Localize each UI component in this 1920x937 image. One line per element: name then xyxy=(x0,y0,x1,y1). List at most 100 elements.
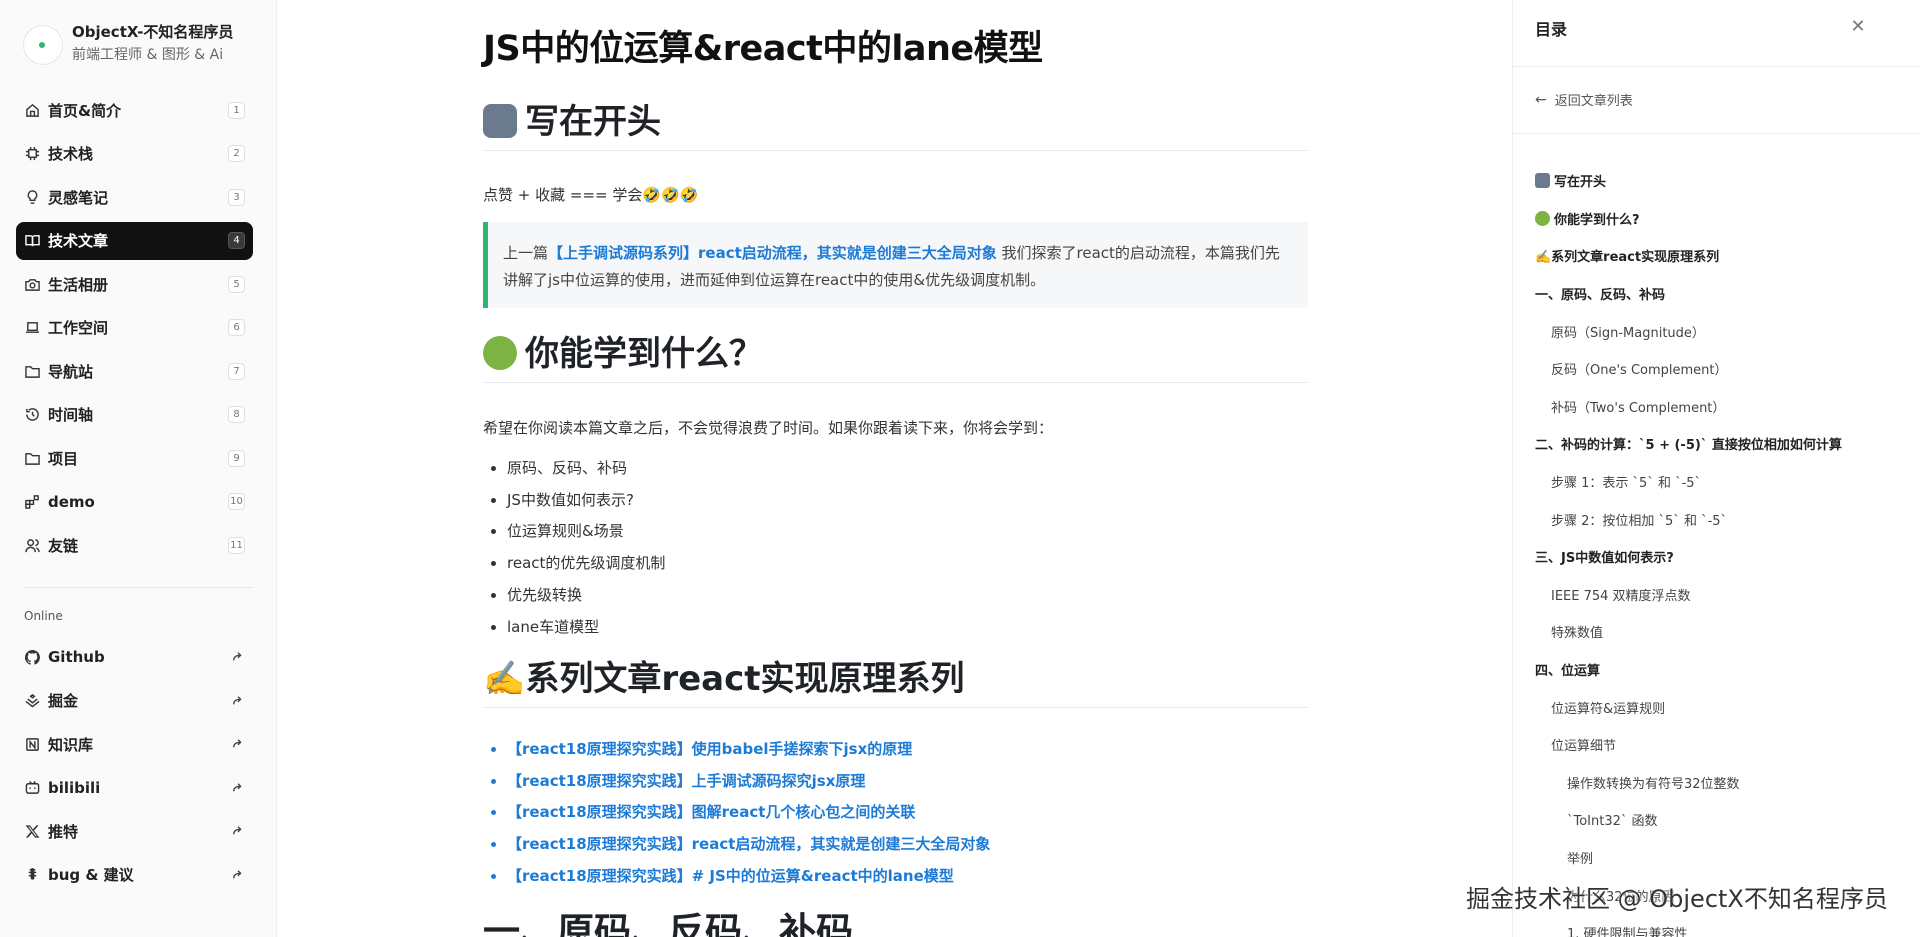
toc-item-label: 三、JS中数值如何表示? xyxy=(1535,551,1674,567)
toc-item[interactable]: 一、原码、反码、补码 xyxy=(1535,275,1910,313)
external-arrow-icon xyxy=(231,650,245,664)
online-link-label: bug & 建议 xyxy=(48,866,134,884)
sidebar-item-3[interactable]: 灵感笔记 3 xyxy=(16,178,253,216)
list-item: 原码、反码、补码 xyxy=(507,453,665,485)
toc-item[interactable]: 原码（Sign-Magnitude） xyxy=(1535,312,1910,350)
toc-item[interactable]: 反码（One's Complement） xyxy=(1535,350,1910,388)
online-link-label: 知识库 xyxy=(48,735,94,754)
sidebar-item-label: 导航站 xyxy=(48,362,94,381)
bug-icon xyxy=(24,867,40,883)
chip-icon xyxy=(24,146,40,162)
online-link-6[interactable]: bug & 建议 xyxy=(16,856,253,894)
online-section-title: Online xyxy=(24,609,63,623)
heading-start: 写在开头 xyxy=(483,94,1308,151)
toc-item[interactable]: ✍️系列文章react实现原理系列 xyxy=(1535,237,1910,275)
close-icon[interactable]: ✕ xyxy=(1848,16,1868,37)
online-link-2[interactable]: 掘金 xyxy=(16,682,253,720)
sidebar-item-2[interactable]: 技术栈 2 xyxy=(16,135,253,173)
toc-item[interactable]: 1. 硬件限制与兼容性 xyxy=(1535,914,1910,937)
toc-item[interactable]: 二、补码的计算：`5 + (-5)` 直接按位相加如何计算 xyxy=(1535,425,1910,463)
sidebar-item-10[interactable]: demo 10 xyxy=(16,483,253,521)
history-icon xyxy=(24,407,40,423)
shortcut-badge: 7 xyxy=(228,362,245,380)
sidebar-item-label: 灵感笔记 xyxy=(48,188,109,207)
series-link[interactable]: 【react18原理探究实践】# JS中的位运算&react中的lane模型 xyxy=(507,867,954,885)
list-item: lane车道模型 xyxy=(507,612,665,644)
folder-icon xyxy=(24,363,40,379)
back-to-list-link[interactable]: ← 返回文章列表 xyxy=(1535,90,1633,110)
toc-item-label: 步骤 1：表示 `5` 和 `-5` xyxy=(1551,476,1702,492)
online-link-label: bilibili xyxy=(48,778,101,797)
shortcut-badge: 2 xyxy=(228,145,245,162)
toc-item[interactable]: 位运算细节 xyxy=(1535,726,1910,764)
toc-item[interactable]: 你能学到什么? xyxy=(1535,200,1910,238)
toc-panel: 目录 ✕ ← 返回文章列表 写在开头 你能学到什么? ✍️系列文章react实现原理… xyxy=(1512,0,1920,937)
series-item: 【react18原理探究实践】react启动流程，其实就是创建三大全局对象 xyxy=(507,829,990,861)
toc-item[interactable]: 三、JS中数值如何表示? xyxy=(1535,538,1910,576)
article-title: JS中的位运算&react中的lane模型 xyxy=(483,29,1043,69)
sidebar-item-5[interactable]: 生活相册 5 xyxy=(16,265,253,303)
online-link-label: Github xyxy=(48,648,105,666)
series-link[interactable]: 【react18原理探究实践】使用babel手搓探索下jsx的原理 xyxy=(507,740,912,758)
heading-series: ✍️系列文章react实现原理系列 xyxy=(483,651,1308,708)
camera-icon xyxy=(24,276,40,292)
list-item: 优先级转换 xyxy=(507,580,665,612)
toc-item[interactable]: 特殊数值 xyxy=(1535,613,1910,651)
sidebar-item-8[interactable]: 时间轴 8 xyxy=(16,396,253,434)
list-item: react的优先级调度机制 xyxy=(507,548,665,580)
shortcut-badge: 8 xyxy=(228,406,245,423)
sidebar-item-6[interactable]: 工作空间 6 xyxy=(16,309,253,347)
list-item: 位运算规则&场景 xyxy=(507,516,665,548)
blockquote: 上一篇【上手调试源码系列】react启动流程，其实就是创建三大全局对象 我们探索… xyxy=(483,222,1308,308)
laptop-icon xyxy=(24,320,40,336)
toc-item[interactable]: 操作数转换为有符号32位整数 xyxy=(1535,764,1910,802)
toc-item[interactable]: 举例 xyxy=(1535,839,1910,877)
sidebar-item-label: 项目 xyxy=(48,449,79,468)
sidebar-item-7[interactable]: 导航站 7 xyxy=(16,352,253,390)
toc-item-label: 位运算符&运算规则 xyxy=(1551,701,1666,717)
sidebar: ObjectX-不知名程序员 前端工程师 & 图形 & Ai 首页&简介 1 技术栈… xyxy=(0,0,277,937)
online-link-4[interactable]: bilibili xyxy=(16,769,253,807)
toc-item[interactable]: 步骤 1：表示 `5` 和 `-5` xyxy=(1535,463,1910,501)
online-link-3[interactable]: 知识库 xyxy=(16,725,253,763)
toc-item[interactable]: 步骤 2：按位相加 `5` 和 `-5` xyxy=(1535,500,1910,538)
emoji-icon xyxy=(1535,210,1550,226)
toc-item[interactable]: 四、位运算 xyxy=(1535,651,1910,689)
toc-item[interactable]: `ToInt32` 函数 xyxy=(1535,801,1910,839)
toc-item[interactable]: 位运算符&运算规则 xyxy=(1535,688,1910,726)
toc-item[interactable]: 写在开头 xyxy=(1535,162,1910,200)
toc-divider xyxy=(1513,66,1920,67)
toc-item[interactable]: 补码（Two's Complement） xyxy=(1535,388,1910,426)
avatar xyxy=(23,25,63,65)
toc-item[interactable]: IEEE 754 双精度浮点数 xyxy=(1535,576,1910,614)
series-link[interactable]: 【react18原理探究实践】react启动流程，其实就是创建三大全局对象 xyxy=(507,835,990,853)
sidebar-item-label: 首页&简介 xyxy=(48,101,122,120)
online-link-1[interactable]: Github xyxy=(16,638,253,676)
arrow-left-icon: ← xyxy=(1535,91,1547,108)
sidebar-item-label: 生活相册 xyxy=(48,275,109,294)
sidebar-item-11[interactable]: 友链 11 xyxy=(16,526,253,564)
quote-link[interactable]: 【上手调试源码系列】react启动流程，其实就是创建三大全局对象 xyxy=(548,244,997,262)
lightbulb-icon xyxy=(24,189,40,205)
toc-item-label: ✍️系列文章react实现原理系列 xyxy=(1535,250,1720,266)
sidebar-item-label: 友链 xyxy=(48,536,79,555)
sidebar-item-4[interactable]: 技术文章 4 xyxy=(16,221,253,260)
external-arrow-icon xyxy=(231,694,245,708)
online-link-5[interactable]: 推特 xyxy=(16,812,253,850)
series-item: 【react18原理探究实践】上手调试源码探究jsx原理 xyxy=(507,766,990,798)
series-list: 【react18原理探究实践】使用babel手搓探索下jsx的原理【react1… xyxy=(507,734,990,893)
learn-list: 原码、反码、补码JS中数值如何表示?位运算规则&场景react的优先级调度机制优… xyxy=(507,453,665,643)
technologist-emoji-icon xyxy=(483,103,517,138)
sidebar-item-9[interactable]: 项目 9 xyxy=(16,439,253,477)
x-icon xyxy=(24,823,40,839)
series-link[interactable]: 【react18原理探究实践】上手调试源码探究jsx原理 xyxy=(507,772,865,790)
toc-title: 目录 xyxy=(1535,20,1568,39)
sidebar-item-1[interactable]: 首页&简介 1 xyxy=(16,91,253,129)
toc-item-label: IEEE 754 双精度浮点数 xyxy=(1551,588,1691,604)
toc-item-label: 特殊数值 xyxy=(1551,626,1604,642)
heading-code: 一、原码、反码、补码 xyxy=(483,910,853,937)
profile[interactable]: ObjectX-不知名程序员 前端工程师 & 图形 & Ai xyxy=(23,22,263,72)
series-link[interactable]: 【react18原理探究实践】图解react几个核心包之间的关联 xyxy=(507,803,915,821)
quote-prefix: 上一篇 xyxy=(503,244,549,262)
emoji-icon xyxy=(1535,173,1550,189)
